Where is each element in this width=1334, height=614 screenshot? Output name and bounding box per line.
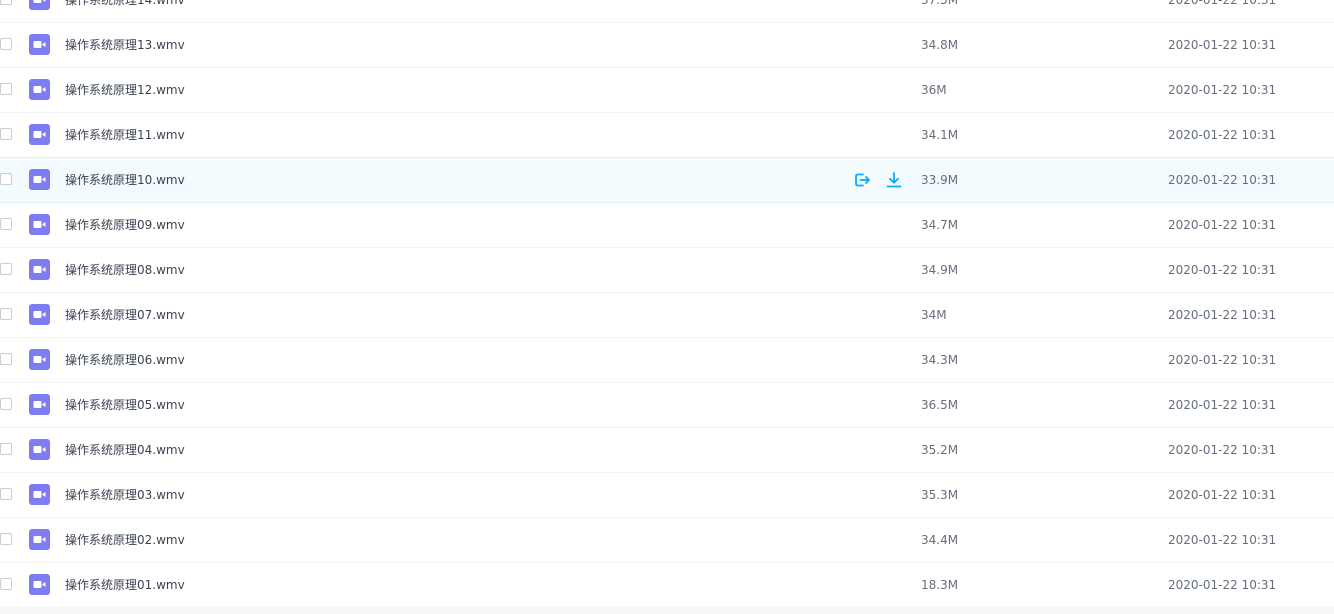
file-modified-date: 2020-01-22 10:31 [1168, 0, 1277, 7]
file-modified-date: 2020-01-22 10:31 [1168, 38, 1277, 52]
file-row[interactable]: 操作系统原理07.wmv 34M 2020-01-22 10:31 [0, 293, 1334, 338]
file-size: 37.5M [921, 0, 959, 7]
row-checkbox[interactable] [0, 488, 12, 500]
file-row[interactable]: 操作系统原理02.wmv 34.4M 2020-01-22 10:31 [0, 518, 1334, 563]
file-row[interactable]: 操作系统原理05.wmv 36.5M 2020-01-22 10:31 [0, 383, 1334, 428]
row-actions [852, 170, 904, 190]
file-modified-date: 2020-01-22 10:31 [1168, 353, 1277, 367]
row-checkbox[interactable] [0, 128, 12, 140]
file-name[interactable]: 操作系统原理12.wmv [65, 68, 185, 112]
file-size: 34.7M [921, 218, 959, 232]
video-icon [29, 529, 50, 550]
file-size: 36.5M [921, 398, 959, 412]
row-checkbox[interactable] [0, 263, 12, 275]
file-modified-date: 2020-01-22 10:31 [1168, 83, 1277, 97]
video-icon [29, 34, 50, 55]
video-icon [29, 79, 50, 100]
video-icon [29, 0, 50, 10]
file-row[interactable]: 操作系统原理10.wmv 33.9M 2020-01-22 10:31 [0, 157, 1334, 203]
file-row[interactable]: 操作系统原理01.wmv 18.3M 2020-01-22 10:31 [0, 563, 1334, 608]
file-row[interactable]: 操作系统原理13.wmv 34.8M 2020-01-22 10:31 [0, 23, 1334, 68]
file-size: 34.3M [921, 353, 959, 367]
row-checkbox[interactable] [0, 578, 12, 590]
file-row[interactable]: 操作系统原理03.wmv 35.3M 2020-01-22 10:31 [0, 473, 1334, 518]
row-checkbox[interactable] [0, 83, 12, 95]
file-name[interactable]: 操作系统原理07.wmv [65, 293, 185, 337]
file-list: 操作系统原理14.wmv 37.5M 2020-01-22 10:31 操作系统原理1… [0, 0, 1334, 608]
video-icon [29, 439, 50, 460]
row-checkbox[interactable] [0, 533, 12, 545]
file-name[interactable]: 操作系统原理04.wmv [65, 428, 185, 472]
file-name[interactable]: 操作系统原理13.wmv [65, 23, 185, 67]
file-size: 36M [921, 83, 947, 97]
file-name[interactable]: 操作系统原理01.wmv [65, 563, 185, 607]
file-name[interactable]: 操作系统原理08.wmv [65, 248, 185, 292]
file-row[interactable]: 操作系统原理08.wmv 34.9M 2020-01-22 10:31 [0, 248, 1334, 293]
row-checkbox[interactable] [0, 0, 12, 5]
file-modified-date: 2020-01-22 10:31 [1168, 218, 1277, 232]
video-icon [29, 214, 50, 235]
file-modified-date: 2020-01-22 10:31 [1168, 533, 1277, 547]
file-size: 18.3M [921, 578, 959, 592]
video-icon [29, 394, 50, 415]
video-icon [29, 304, 50, 325]
file-row[interactable]: 操作系统原理11.wmv 34.1M 2020-01-22 10:31 [0, 113, 1334, 158]
video-icon [29, 349, 50, 370]
file-size: 34.1M [921, 128, 959, 142]
video-icon [29, 124, 50, 145]
file-row[interactable]: 操作系统原理04.wmv 35.2M 2020-01-22 10:31 [0, 428, 1334, 473]
row-checkbox[interactable] [0, 38, 12, 50]
file-modified-date: 2020-01-22 10:31 [1168, 173, 1277, 187]
file-modified-date: 2020-01-22 10:31 [1168, 128, 1277, 142]
file-name[interactable]: 操作系统原理06.wmv [65, 338, 185, 382]
video-icon [29, 259, 50, 280]
file-size: 35.2M [921, 443, 959, 457]
file-size: 35.3M [921, 488, 959, 502]
download-icon[interactable] [884, 170, 904, 190]
file-size: 34.4M [921, 533, 959, 547]
video-icon [29, 574, 50, 595]
row-checkbox[interactable] [0, 308, 12, 320]
file-modified-date: 2020-01-22 10:31 [1168, 263, 1277, 277]
file-row[interactable]: 操作系统原理14.wmv 37.5M 2020-01-22 10:31 [0, 0, 1334, 23]
file-size: 34.8M [921, 38, 959, 52]
row-checkbox[interactable] [0, 218, 12, 230]
file-name[interactable]: 操作系统原理03.wmv [65, 473, 185, 517]
row-checkbox[interactable] [0, 398, 12, 410]
file-name[interactable]: 操作系统原理14.wmv [65, 0, 185, 22]
file-row[interactable]: 操作系统原理12.wmv 36M 2020-01-22 10:31 [0, 68, 1334, 113]
row-checkbox[interactable] [0, 353, 12, 365]
file-modified-date: 2020-01-22 10:31 [1168, 443, 1277, 457]
video-icon [29, 484, 50, 505]
file-name[interactable]: 操作系统原理05.wmv [65, 383, 185, 427]
file-size: 34.9M [921, 263, 959, 277]
file-size: 34M [921, 308, 947, 322]
file-name[interactable]: 操作系统原理10.wmv [65, 158, 185, 202]
file-size: 33.9M [921, 173, 959, 187]
list-footer-strip [0, 607, 1334, 614]
file-name[interactable]: 操作系统原理09.wmv [65, 203, 185, 247]
file-modified-date: 2020-01-22 10:31 [1168, 308, 1277, 322]
file-modified-date: 2020-01-22 10:31 [1168, 488, 1277, 502]
share-icon[interactable] [852, 170, 872, 190]
file-modified-date: 2020-01-22 10:31 [1168, 578, 1277, 592]
file-modified-date: 2020-01-22 10:31 [1168, 398, 1277, 412]
video-icon [29, 169, 50, 190]
row-checkbox[interactable] [0, 443, 12, 455]
file-name[interactable]: 操作系统原理11.wmv [65, 113, 185, 157]
file-name[interactable]: 操作系统原理02.wmv [65, 518, 185, 562]
file-row[interactable]: 操作系统原理09.wmv 34.7M 2020-01-22 10:31 [0, 203, 1334, 248]
file-row[interactable]: 操作系统原理06.wmv 34.3M 2020-01-22 10:31 [0, 338, 1334, 383]
row-checkbox[interactable] [0, 173, 12, 185]
